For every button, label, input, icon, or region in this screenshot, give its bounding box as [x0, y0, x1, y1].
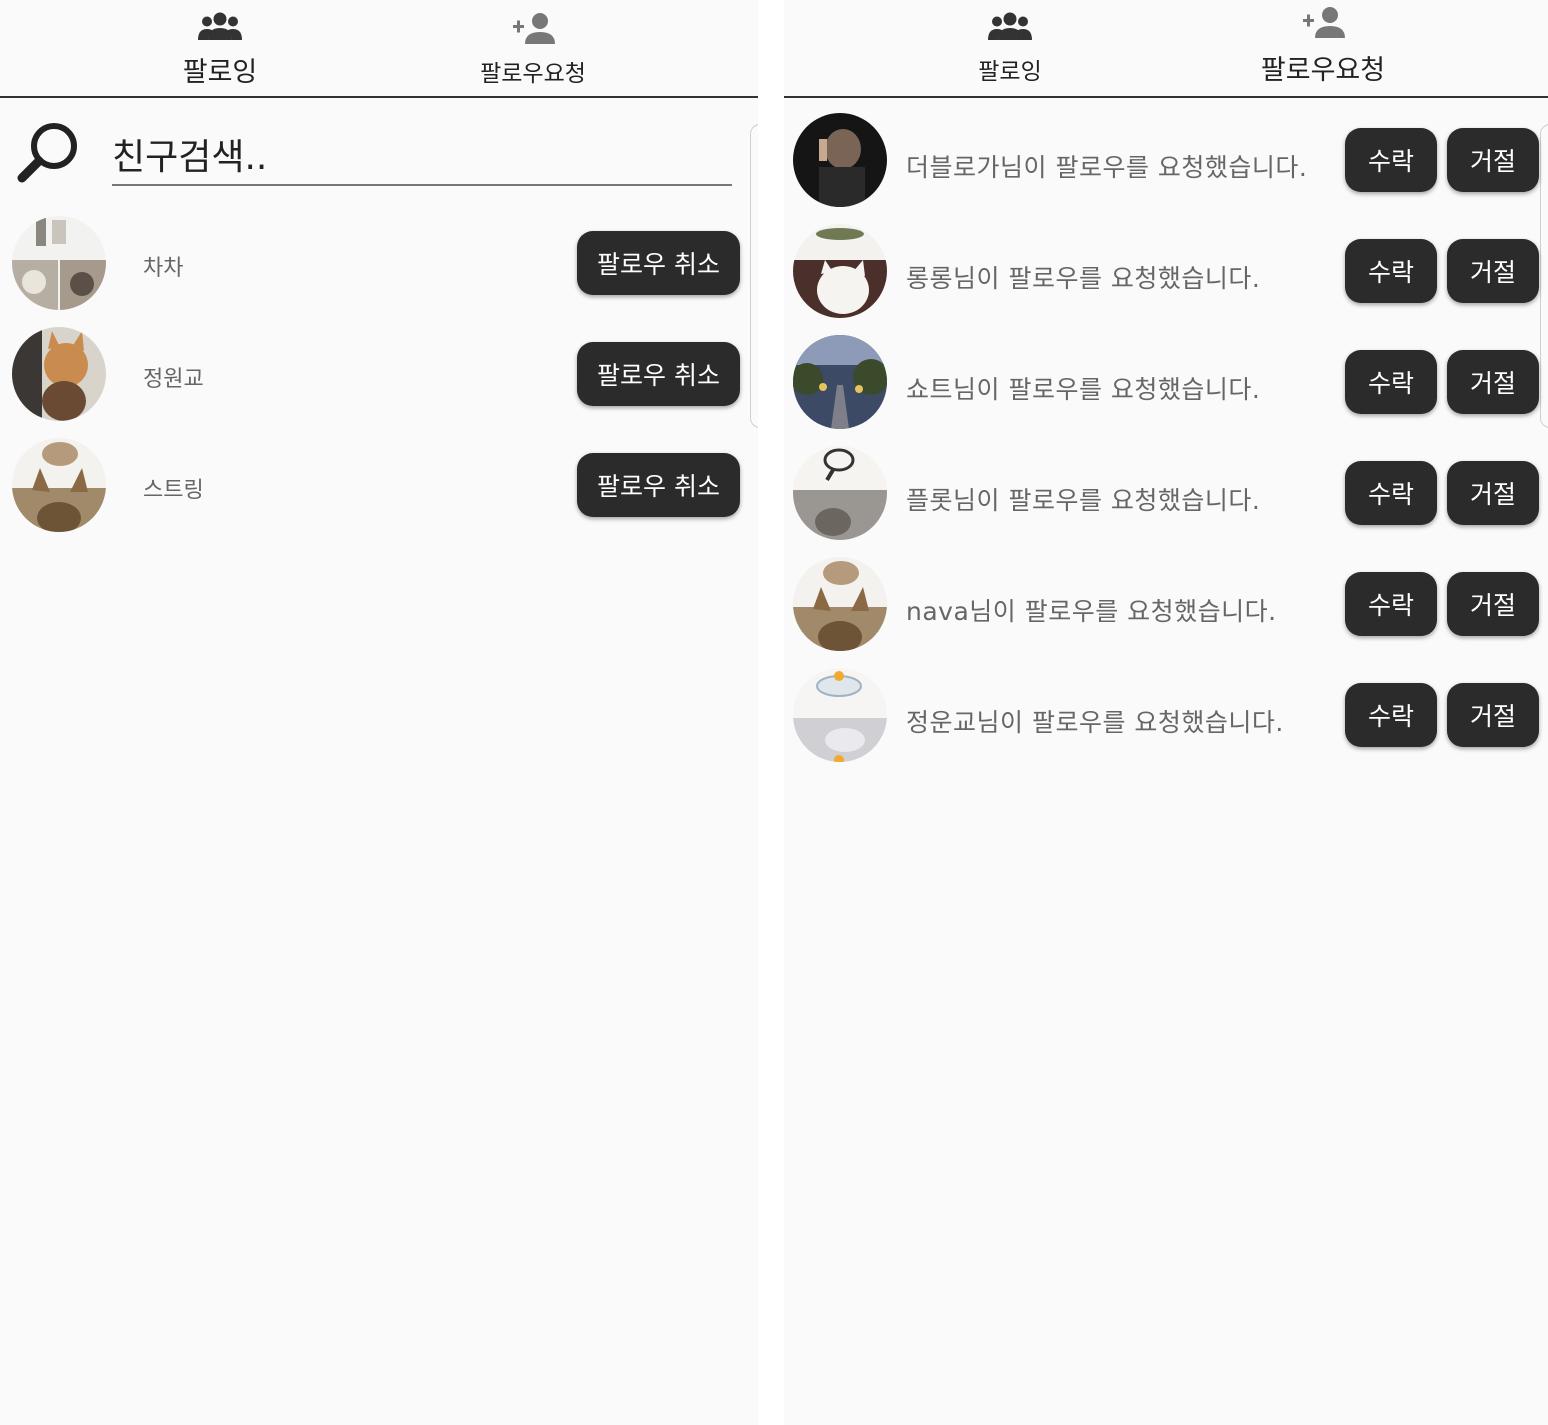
tab-follow-requests-label: 팔로우요청 — [480, 61, 586, 87]
reject-button[interactable]: 거절 — [1447, 683, 1539, 747]
friend-name: 정원교 — [143, 367, 204, 392]
accept-button[interactable]: 수락 — [1345, 572, 1437, 636]
following-screen: 팔로잉 팔로우요청 차차 팔로우 취소 — [0, 0, 758, 1425]
avatar — [793, 224, 887, 318]
person-add-icon — [513, 13, 555, 44]
tab-follow-requests[interactable]: 팔로우요청 — [433, 0, 633, 96]
tab-follow-requests-label: 팔로우요청 — [1260, 55, 1386, 86]
reject-button[interactable]: 거절 — [1447, 461, 1539, 525]
unfollow-button[interactable]: 팔로우 취소 — [577, 231, 740, 295]
tab-following-label: 팔로잉 — [978, 59, 1042, 85]
reject-button[interactable]: 거절 — [1447, 350, 1539, 414]
request-message: 정운교님이 팔로우를 요청했습니다. — [906, 708, 1284, 737]
tab-bar: 팔로잉 팔로우요청 — [0, 0, 758, 98]
tab-follow-requests[interactable]: 팔로우요청 — [1223, 0, 1423, 96]
group-icon — [198, 12, 242, 40]
accept-button[interactable]: 수락 — [1345, 683, 1437, 747]
tab-bar: 팔로잉 팔로우요청 — [784, 0, 1548, 98]
accept-button[interactable]: 수락 — [1345, 239, 1437, 303]
reject-button[interactable]: 거절 — [1447, 572, 1539, 636]
avatar — [793, 668, 887, 762]
accept-button[interactable]: 수락 — [1345, 350, 1437, 414]
reject-button[interactable]: 거절 — [1447, 128, 1539, 192]
scroll-indicator — [1540, 124, 1548, 428]
request-message: 롱롱님이 팔로우를 요청했습니다. — [906, 264, 1261, 293]
avatar — [12, 327, 106, 421]
tab-following-label: 팔로잉 — [182, 57, 258, 88]
tab-following[interactable]: 팔로잉 — [120, 0, 320, 96]
accept-button[interactable]: 수락 — [1345, 461, 1437, 525]
request-message: 더블로가님이 팔로우를 요청했습니다. — [906, 153, 1308, 182]
friend-search-input[interactable] — [112, 130, 732, 186]
avatar — [793, 113, 887, 207]
scroll-indicator — [750, 124, 758, 428]
avatar — [12, 216, 106, 310]
request-message: 플롯님이 팔로우를 요청했습니다. — [906, 486, 1261, 515]
tab-following[interactable]: 팔로잉 — [910, 0, 1110, 96]
avatar — [793, 335, 887, 429]
person-add-icon — [1303, 7, 1345, 38]
group-icon — [988, 12, 1032, 40]
unfollow-button[interactable]: 팔로우 취소 — [577, 342, 740, 406]
request-message: nava님이 팔로우를 요청했습니다. — [906, 597, 1277, 626]
search-icon[interactable] — [16, 120, 82, 186]
accept-button[interactable]: 수락 — [1345, 128, 1437, 192]
avatar — [793, 446, 887, 540]
follow-requests-screen: 팔로잉 팔로우요청 더블로가님이 팔로우를 요청했습니다. 수락 거절 롱롱님이… — [784, 0, 1548, 1425]
unfollow-button[interactable]: 팔로우 취소 — [577, 453, 740, 517]
friend-name: 차차 — [143, 256, 184, 281]
reject-button[interactable]: 거절 — [1447, 239, 1539, 303]
avatar — [12, 438, 106, 532]
friend-name: 스트링 — [143, 478, 204, 503]
request-message: 쇼트님이 팔로우를 요청했습니다. — [906, 375, 1261, 404]
avatar — [793, 557, 887, 651]
